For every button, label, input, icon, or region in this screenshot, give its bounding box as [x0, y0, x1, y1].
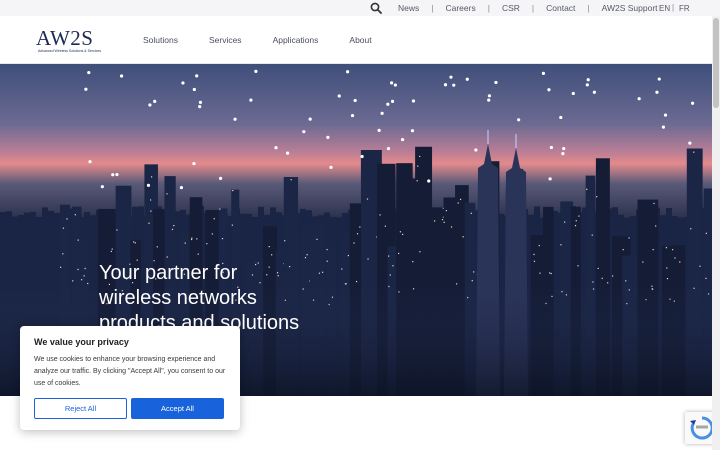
scrollbar[interactable]	[712, 16, 720, 450]
link-support[interactable]: AW2S Support	[602, 3, 658, 13]
hero-title-line: Your partner for	[99, 262, 238, 284]
nav-services[interactable]: Services	[209, 35, 242, 45]
accept-all-button[interactable]: Accept All	[131, 398, 224, 419]
hero-title: Your partner for wireless networks produ…	[99, 261, 459, 336]
nav-solutions[interactable]: Solutions	[143, 35, 178, 45]
language-fr[interactable]: FR	[679, 0, 690, 16]
utility-links: News | Careers | CSR | Contact | AW2S Su…	[398, 0, 658, 16]
logo-subtitle: Advanced Wireless Solutions & Services	[38, 49, 102, 53]
cookie-text: We use cookies to enhance your browsing …	[34, 356, 226, 387]
link-careers[interactable]: Careers	[445, 3, 475, 13]
divider: |	[587, 3, 590, 13]
cookie-title: We value your privacy	[34, 337, 129, 347]
divider: |	[531, 3, 535, 13]
nav-about[interactable]: About	[349, 35, 371, 45]
cookie-consent-banner: We value your privacy We use cookies to …	[20, 326, 240, 430]
utility-bar: News | Careers | CSR | Contact | AW2S Su…	[0, 0, 720, 16]
divider: |	[431, 3, 434, 13]
site-header: AW2S Advanced Wireless Solutions & Servi…	[0, 16, 712, 64]
search-icon[interactable]	[370, 2, 382, 14]
divider: |	[487, 3, 490, 13]
page: News | Careers | CSR | Contact | AW2S Su…	[0, 0, 720, 450]
link-news[interactable]: News	[398, 3, 419, 13]
scrollbar-thumb[interactable]	[713, 18, 719, 108]
main-nav: Solutions Services Applications About	[143, 16, 403, 64]
hero-title-line: wireless networks	[99, 287, 257, 309]
link-csr[interactable]: CSR	[502, 3, 520, 13]
nav-applications[interactable]: Applications	[273, 35, 319, 45]
reject-all-button[interactable]: Reject All	[34, 398, 127, 419]
logo[interactable]: AW2S Advanced Wireless Solutions & Servi…	[36, 26, 102, 54]
logo-text: AW2S	[36, 26, 94, 50]
link-contact[interactable]: Contact	[546, 3, 575, 13]
divider: |	[672, 3, 675, 12]
language-en[interactable]: EN	[659, 0, 670, 16]
